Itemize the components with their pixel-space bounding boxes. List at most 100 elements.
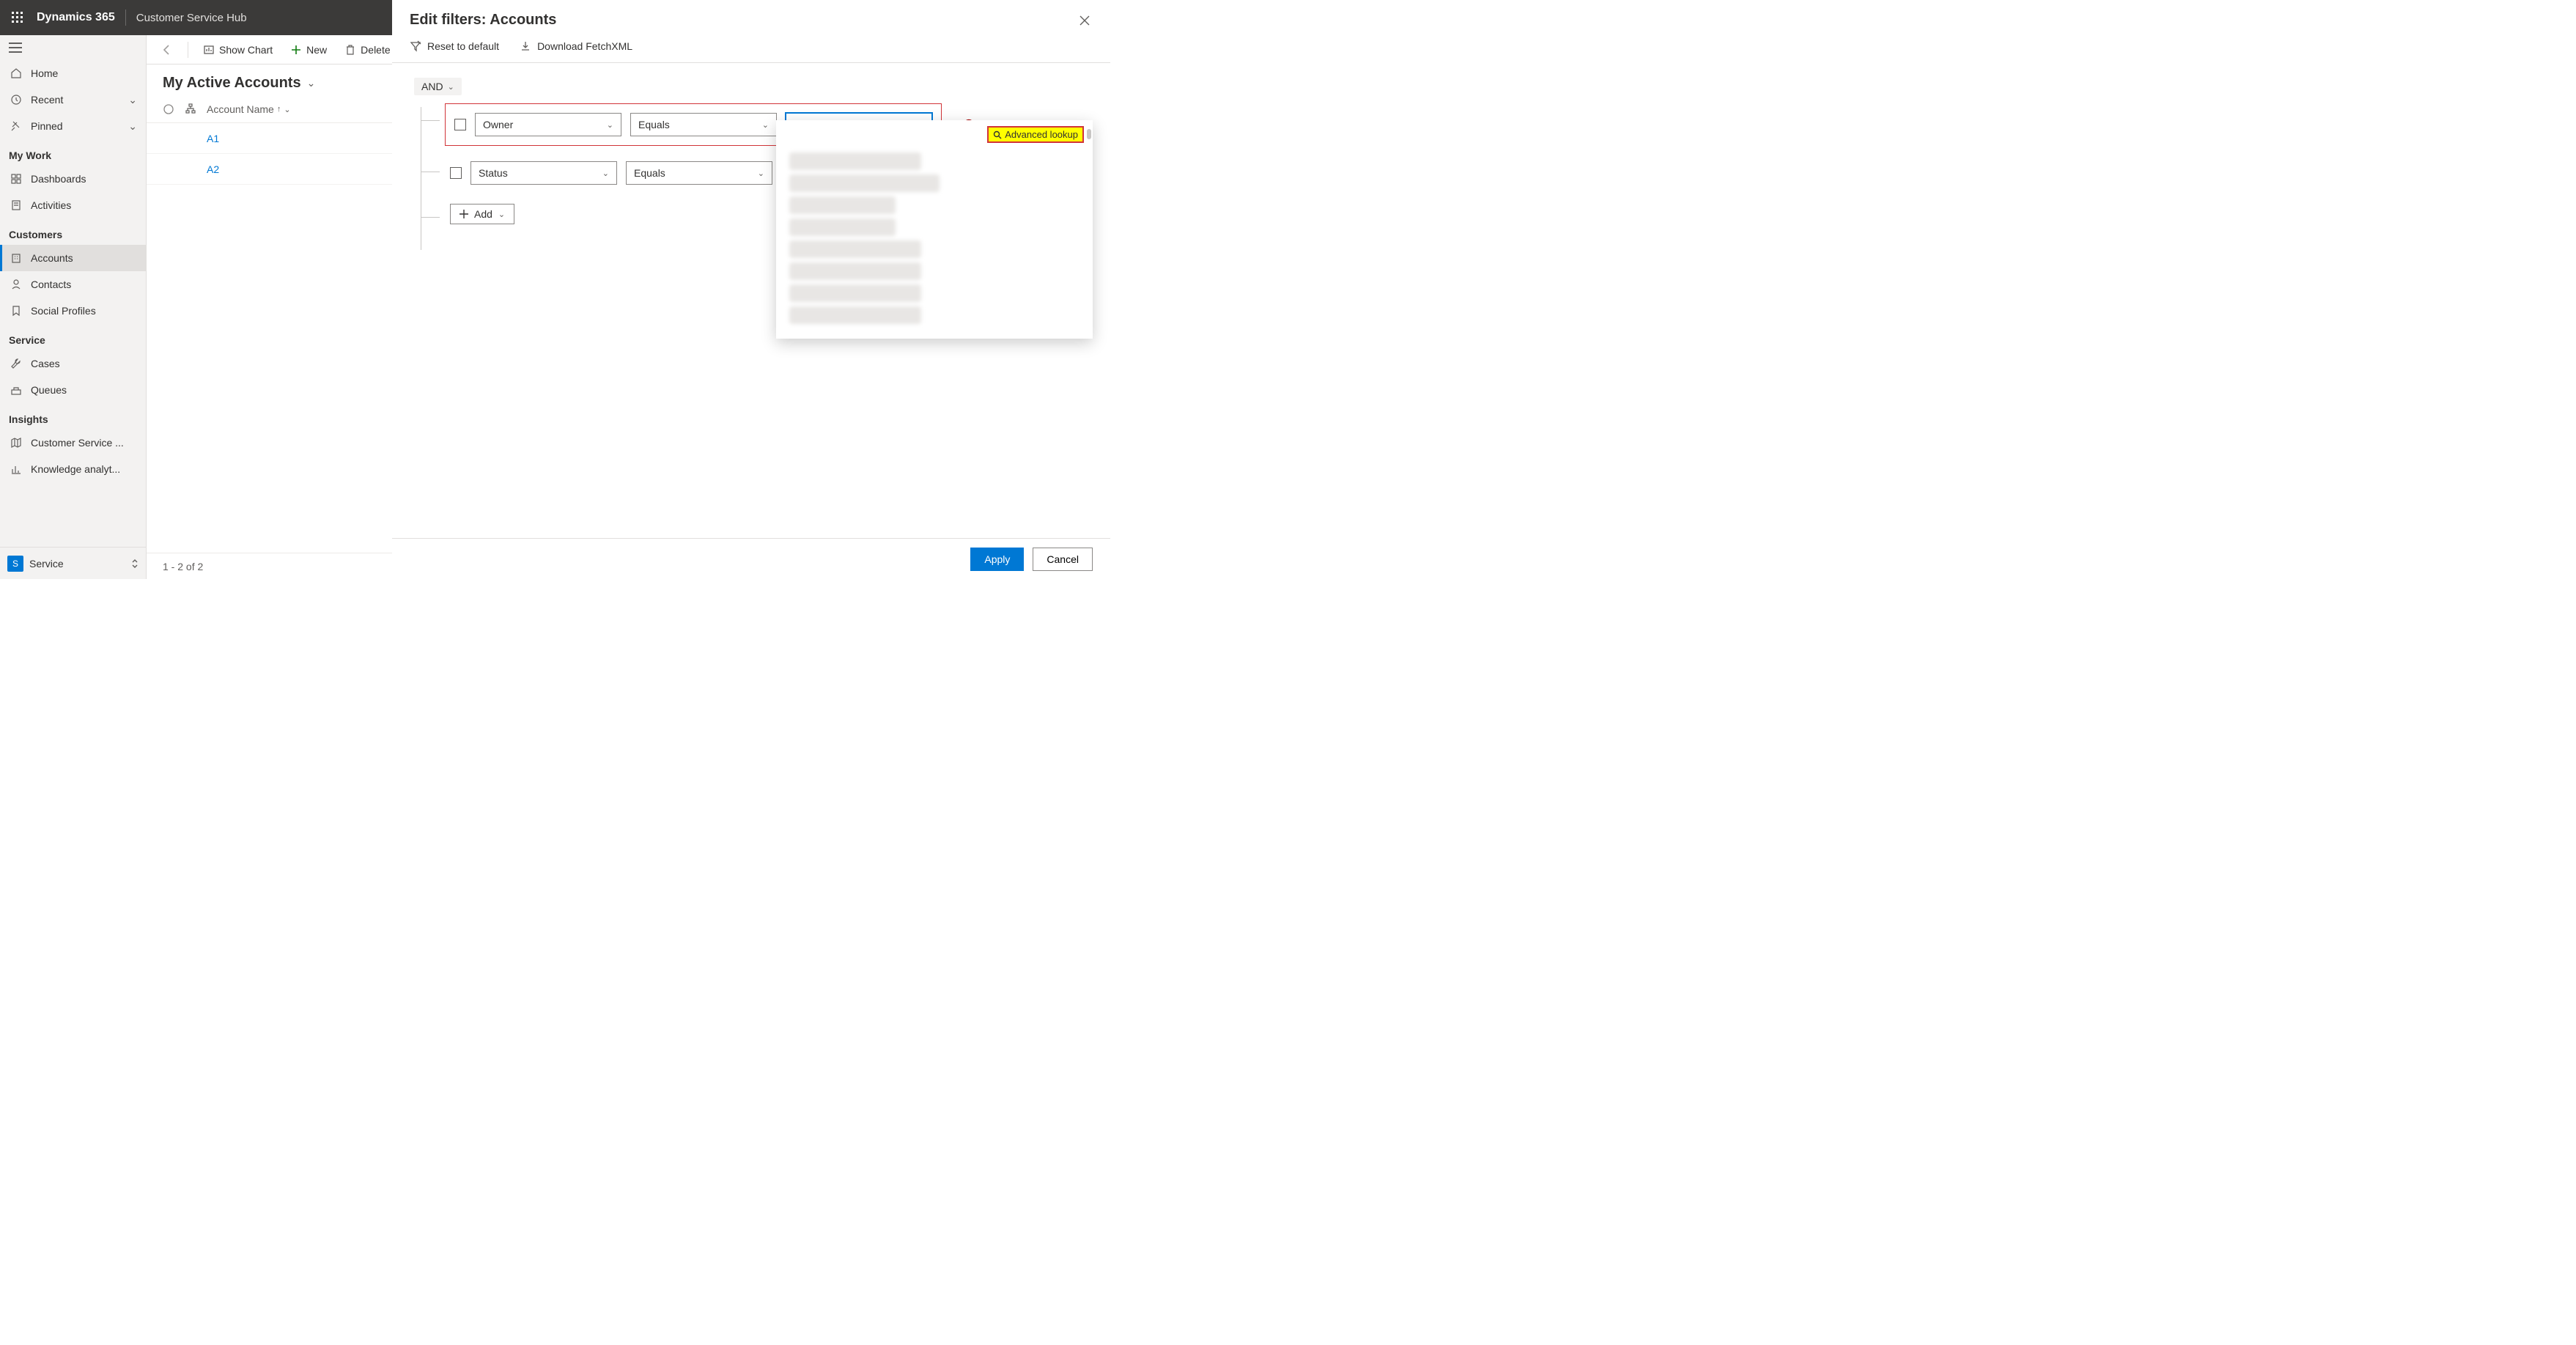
nav-activities[interactable]: Activities — [0, 192, 146, 218]
nav-social-profiles[interactable]: Social Profiles — [0, 298, 146, 324]
panel-footer: Apply Cancel — [392, 538, 1110, 579]
area-label: Service — [29, 558, 64, 570]
nav-label: Home — [31, 67, 137, 79]
nav-accounts[interactable]: Accounts — [0, 245, 146, 271]
delete-button[interactable]: Delete — [337, 40, 397, 60]
nav-customer-service-insights[interactable]: Customer Service ... — [0, 430, 146, 456]
chevron-down-icon: ⌄ — [448, 82, 454, 92]
lookup-option[interactable] — [789, 284, 921, 302]
lookup-option[interactable] — [789, 152, 921, 170]
nav-label: Knowledge analyt... — [31, 463, 137, 475]
lookup-option[interactable] — [789, 240, 921, 258]
filter-reset-icon — [410, 40, 421, 52]
nav-home[interactable]: Home — [0, 60, 146, 86]
nav-dashboards[interactable]: Dashboards — [0, 166, 146, 192]
dropdown-value: Status — [479, 167, 508, 179]
app-launcher-button[interactable] — [7, 7, 28, 28]
divider — [125, 10, 126, 26]
panel-title: Edit filters: Accounts — [410, 12, 1077, 29]
nav-knowledge-analytics[interactable]: Knowledge analyt... — [0, 456, 146, 482]
home-icon — [9, 66, 23, 81]
lookup-option[interactable] — [789, 196, 896, 214]
nav-pinned[interactable]: Pinned ⌄ — [0, 113, 146, 139]
group-operator-dropdown[interactable]: AND ⌄ — [414, 78, 462, 95]
panel-toolbar: Reset to default Download FetchXML — [392, 36, 1110, 63]
nav-recent[interactable]: Recent ⌄ — [0, 86, 146, 113]
nav-label: Customer Service ... — [31, 437, 137, 449]
nav-queues[interactable]: Queues — [0, 377, 146, 403]
chevron-updown-icon — [131, 559, 139, 569]
condition-checkbox[interactable] — [450, 167, 462, 179]
nav-label: Pinned — [31, 120, 128, 132]
chevron-down-icon: ⌄ — [602, 169, 609, 178]
brand-label: Dynamics 365 — [37, 11, 115, 24]
nav-group-customers: Customers — [0, 218, 146, 245]
account-link[interactable]: A2 — [207, 163, 219, 175]
button-label: Delete — [361, 44, 390, 56]
button-label: Advanced lookup — [1005, 129, 1078, 140]
hub-label: Customer Service Hub — [136, 12, 247, 24]
account-link[interactable]: A1 — [207, 133, 219, 144]
clock-icon — [9, 92, 23, 107]
field-dropdown[interactable]: Status ⌄ — [470, 161, 617, 185]
nav-group-my-work: My Work — [0, 139, 146, 166]
operator-dropdown[interactable]: Equals ⌄ — [630, 113, 777, 136]
button-label: New — [306, 44, 327, 56]
clipboard-icon — [9, 198, 23, 213]
select-all-checkbox[interactable] — [163, 103, 185, 115]
chevron-down-icon: ⌄ — [128, 120, 137, 133]
arrow-left-icon — [161, 44, 173, 56]
operator-dropdown[interactable]: Equals ⌄ — [626, 161, 772, 185]
new-button[interactable]: New — [283, 40, 334, 60]
chevron-down-icon: ⌄ — [128, 94, 137, 106]
building-icon — [9, 251, 23, 265]
field-dropdown[interactable]: Owner ⌄ — [475, 113, 621, 136]
lookup-option[interactable] — [789, 218, 896, 236]
condition-checkbox[interactable] — [454, 119, 466, 130]
plus-icon — [290, 44, 302, 56]
nav-label: Activities — [31, 199, 137, 211]
apply-button[interactable]: Apply — [970, 548, 1024, 571]
button-label: Add — [474, 208, 492, 220]
nav-toggle-button[interactable] — [0, 35, 146, 60]
left-nav: Home Recent ⌄ Pinned ⌄ My Work Dashboard… — [0, 35, 147, 579]
cancel-button[interactable]: Cancel — [1033, 548, 1093, 571]
lookup-option[interactable] — [789, 174, 940, 192]
back-button[interactable] — [154, 40, 180, 60]
dashboard-icon — [9, 172, 23, 186]
show-chart-button[interactable]: Show Chart — [196, 40, 280, 60]
nav-group-insights: Insights — [0, 403, 146, 430]
trash-icon — [344, 44, 356, 56]
wrench-icon — [9, 356, 23, 371]
add-condition-button[interactable]: Add ⌄ — [450, 204, 514, 224]
advanced-lookup-button[interactable]: Advanced lookup — [987, 126, 1084, 143]
map-icon — [9, 435, 23, 450]
edit-filters-panel: Edit filters: Accounts Reset to default … — [392, 0, 1110, 579]
nav-label: Queues — [31, 384, 137, 396]
lookup-option[interactable] — [789, 262, 921, 280]
nav-cases[interactable]: Cases — [0, 350, 146, 377]
lookup-option[interactable] — [789, 306, 921, 324]
reset-to-default-button[interactable]: Reset to default — [410, 40, 499, 52]
tree-connector — [421, 217, 440, 218]
close-button[interactable] — [1077, 12, 1093, 29]
chevron-down-icon: ⌄ — [284, 105, 290, 114]
dropdown-value: Owner — [483, 119, 513, 130]
chevron-down-icon: ⌄ — [498, 210, 505, 219]
queue-icon — [9, 383, 23, 397]
chevron-down-icon: ⌄ — [762, 120, 769, 130]
dropdown-value: Equals — [634, 167, 665, 179]
nav-contacts[interactable]: Contacts — [0, 271, 146, 298]
column-label: Account Name — [207, 103, 274, 115]
tree-connector — [421, 120, 440, 121]
download-fetchxml-button[interactable]: Download FetchXML — [520, 40, 632, 52]
nav-label: Accounts — [31, 252, 137, 264]
button-label: Show Chart — [219, 44, 273, 56]
area-switcher[interactable]: S Service — [0, 547, 146, 579]
bookmark-icon — [9, 303, 23, 318]
search-icon — [993, 130, 1002, 139]
nav-label: Dashboards — [31, 173, 137, 185]
hierarchy-icon[interactable] — [185, 103, 207, 115]
area-badge: S — [7, 556, 23, 572]
scrollbar-thumb[interactable] — [1087, 129, 1091, 139]
